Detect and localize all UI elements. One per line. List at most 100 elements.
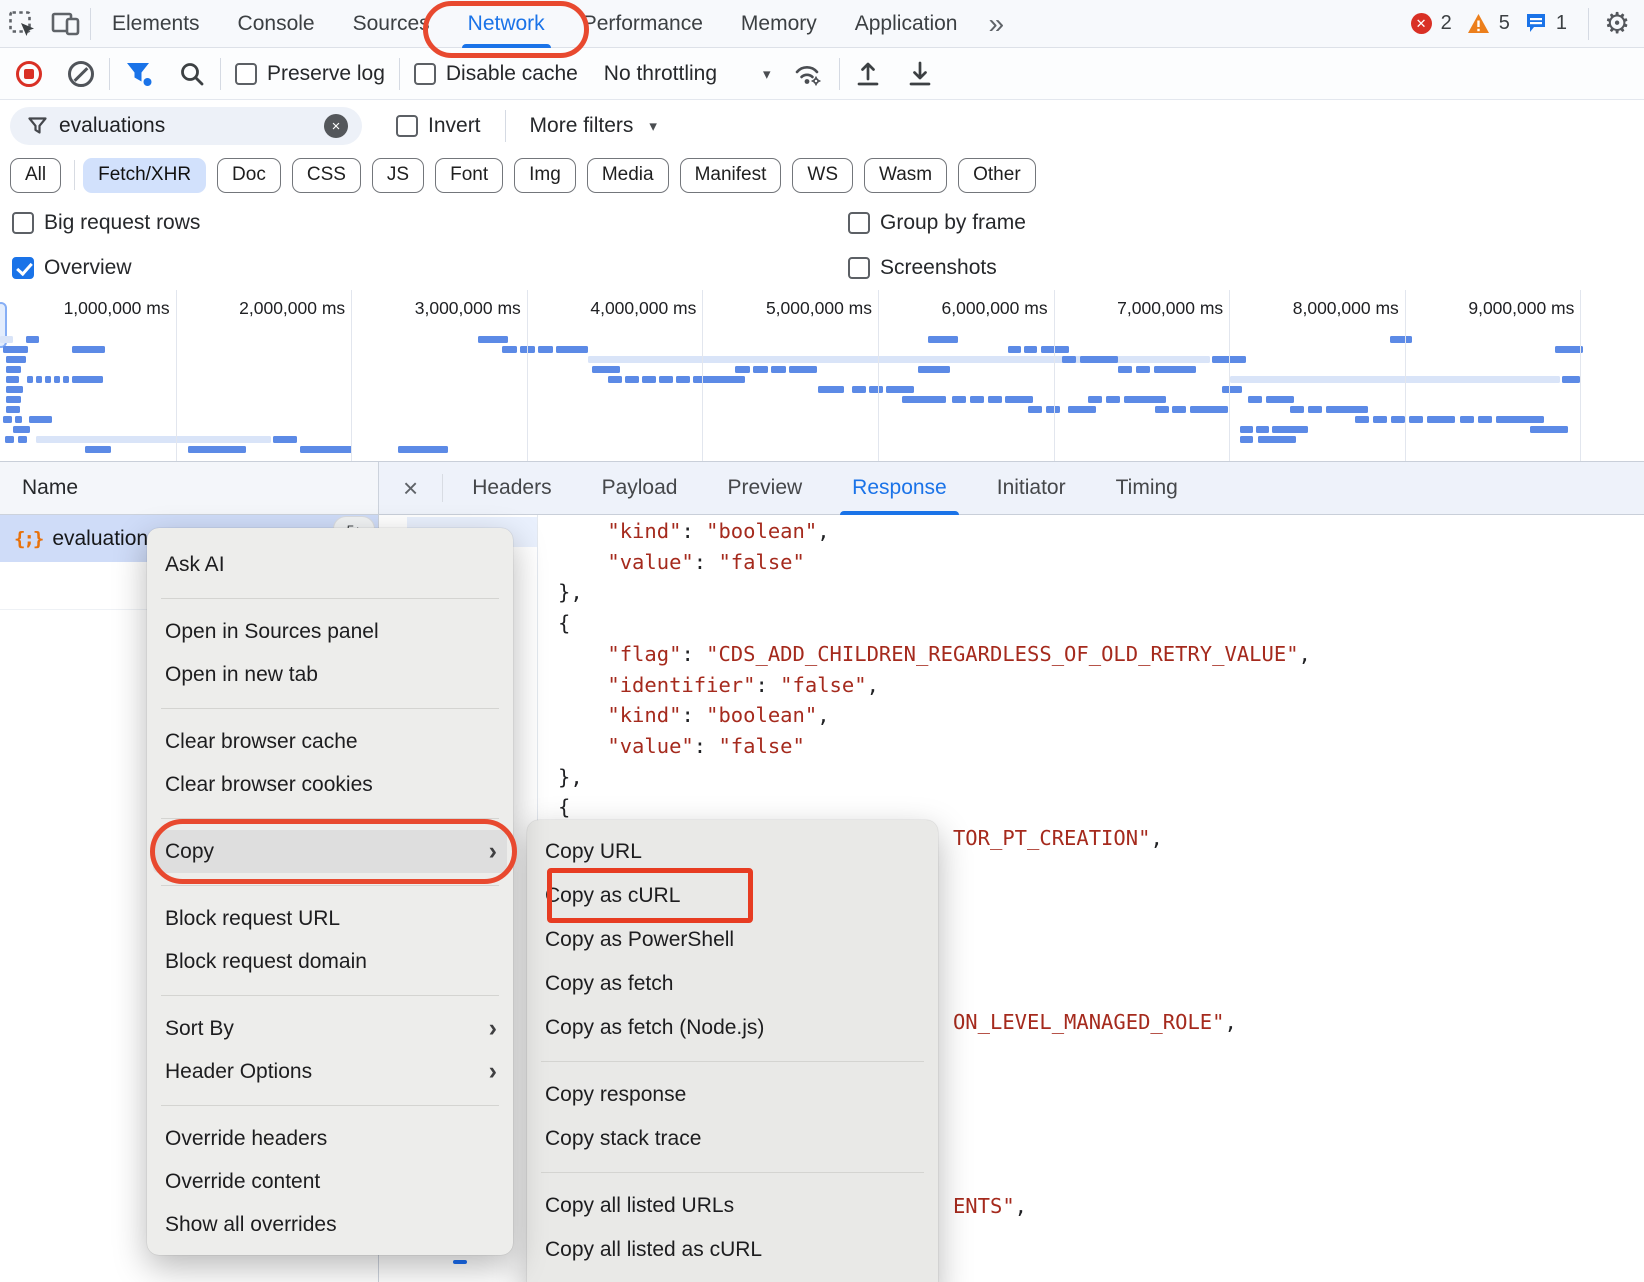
chip-media[interactable]: Media — [587, 158, 669, 193]
clear-filter-icon[interactable]: × — [324, 114, 348, 138]
status-badges: ✕ 2 5 1 ⚙ — [1411, 8, 1644, 40]
code-line: "kind": "boolean", — [558, 700, 1644, 731]
group-by-frame-toggle[interactable]: Group by frame — [848, 211, 1026, 235]
tab-console[interactable]: Console — [219, 0, 334, 48]
chip-css[interactable]: CSS — [292, 158, 361, 193]
menu-item-copy-all-listed-as-powershell[interactable]: Copy all listed as PowerShell — [527, 1272, 938, 1282]
chip-ws[interactable]: WS — [792, 158, 853, 193]
menu-item-override-headers[interactable]: Override headers — [147, 1117, 513, 1160]
waterfall-bar — [1124, 396, 1166, 403]
menu-item-copy-as-curl[interactable]: Copy as cURL — [527, 874, 938, 918]
network-conditions-button[interactable] — [779, 48, 837, 100]
chip-js[interactable]: JS — [372, 158, 424, 193]
waterfall-bar — [5, 436, 14, 443]
detail-tab-headers[interactable]: Headers — [447, 462, 576, 515]
filter-input[interactable] — [59, 114, 289, 138]
chip-all[interactable]: All — [10, 158, 61, 193]
menu-item-open-in-new-tab[interactable]: Open in new tab — [147, 653, 513, 696]
clear-network-log-button[interactable] — [55, 48, 107, 100]
tab-performance[interactable]: Performance — [564, 0, 722, 48]
close-detail-icon[interactable]: × — [379, 475, 442, 501]
chip-fetch-xhr[interactable]: Fetch/XHR — [83, 158, 206, 193]
settings-gear-icon[interactable]: ⚙ — [1604, 9, 1630, 38]
filter-row: × Invert More filters ▾ — [0, 100, 1644, 152]
throttling-select[interactable]: No throttling ▾ — [590, 62, 779, 86]
chip-manifest[interactable]: Manifest — [680, 158, 782, 193]
search-button[interactable] — [166, 48, 218, 100]
menu-item-copy-all-listed-as-curl[interactable]: Copy all listed as cURL — [527, 1228, 938, 1272]
tab-elements[interactable]: Elements — [93, 0, 219, 48]
menu-item-copy-as-fetch[interactable]: Copy as fetch — [527, 962, 938, 1006]
menu-item-copy-as-powershell[interactable]: Copy as PowerShell — [527, 918, 938, 962]
disable-cache-checkbox[interactable] — [414, 63, 436, 85]
filter-input-pill[interactable]: × — [10, 107, 362, 145]
error-badge-icon[interactable]: ✕ — [1411, 13, 1432, 34]
menu-item-clear-browser-cookies[interactable]: Clear browser cookies — [147, 763, 513, 806]
menu-item-block-request-domain[interactable]: Block request domain — [147, 940, 513, 983]
invert-filter-toggle[interactable]: Invert — [396, 114, 481, 138]
waterfall-bar — [1106, 396, 1120, 403]
detail-tab-preview[interactable]: Preview — [702, 462, 827, 515]
message-badge-icon[interactable] — [1525, 13, 1547, 34]
warning-badge-icon[interactable] — [1467, 13, 1490, 34]
waterfall-bar — [1478, 416, 1492, 423]
toolbar-divider — [220, 58, 221, 90]
menu-item-open-in-sources-panel[interactable]: Open in Sources panel — [147, 610, 513, 653]
record-network-log-button[interactable] — [0, 48, 55, 100]
tab-memory[interactable]: Memory — [722, 0, 836, 48]
group-by-frame-checkbox[interactable] — [848, 212, 870, 234]
menu-item-copy-as-fetch-node-js[interactable]: Copy as fetch (Node.js) — [527, 1006, 938, 1050]
chip-font[interactable]: Font — [435, 158, 503, 193]
chip-wasm[interactable]: Wasm — [864, 158, 947, 193]
detail-tab-initiator[interactable]: Initiator — [972, 462, 1091, 515]
overview-toggle[interactable]: Overview — [12, 256, 132, 280]
more-filters-button[interactable]: More filters ▾ — [530, 114, 657, 138]
waterfall-bar — [1222, 386, 1242, 393]
overview-checkbox[interactable] — [12, 257, 34, 279]
chip-img[interactable]: Img — [514, 158, 576, 193]
import-har-button[interactable] — [842, 48, 894, 100]
detail-tab-response[interactable]: Response — [827, 462, 972, 515]
inspect-element-icon[interactable] — [0, 0, 44, 48]
code-fold-marker[interactable] — [453, 1260, 467, 1264]
big-request-rows-toggle[interactable]: Big request rows — [12, 211, 200, 235]
menu-item-block-request-url[interactable]: Block request URL — [147, 897, 513, 940]
menu-item-show-all-overrides[interactable]: Show all overrides — [147, 1203, 513, 1246]
filter-toggle-button[interactable] — [112, 48, 166, 100]
disable-cache-toggle[interactable]: Disable cache — [402, 62, 590, 86]
menu-item-ask-ai[interactable]: Ask AI — [147, 543, 513, 586]
tab-application[interactable]: Application — [836, 0, 977, 48]
waterfall-bar — [970, 396, 984, 403]
big-request-rows-checkbox[interactable] — [12, 212, 34, 234]
name-column-header[interactable]: Name — [0, 462, 378, 515]
tab-sources[interactable]: Sources — [334, 0, 449, 48]
export-har-button[interactable] — [894, 48, 946, 100]
menu-item-copy-url[interactable]: Copy URL — [527, 830, 938, 874]
menu-item-copy-response[interactable]: Copy response — [527, 1073, 938, 1117]
menu-item-sort-by[interactable]: Sort By› — [147, 1007, 513, 1050]
menu-item-override-content[interactable]: Override content — [147, 1160, 513, 1203]
menu-item-label: Show all overrides — [165, 1213, 337, 1237]
menu-item-copy-stack-trace[interactable]: Copy stack trace — [527, 1117, 938, 1161]
preserve-log-toggle[interactable]: Preserve log — [223, 62, 397, 86]
timeline-gridline — [1580, 290, 1581, 461]
preserve-log-checkbox[interactable] — [235, 63, 257, 85]
chip-other[interactable]: Other — [958, 158, 1036, 193]
screenshots-checkbox[interactable] — [848, 257, 870, 279]
waterfall-bar — [72, 346, 105, 353]
network-overview-timeline[interactable]: 1,000,000 ms2,000,000 ms3,000,000 ms4,00… — [0, 290, 1644, 462]
chip-doc[interactable]: Doc — [217, 158, 281, 193]
more-tabs-icon[interactable]: » — [976, 8, 1016, 40]
waterfall-bar — [1028, 406, 1042, 413]
menu-item-clear-browser-cache[interactable]: Clear browser cache — [147, 720, 513, 763]
detail-tab-payload[interactable]: Payload — [577, 462, 703, 515]
menu-item-header-options[interactable]: Header Options› — [147, 1050, 513, 1093]
waterfall-bar — [502, 346, 517, 353]
menu-item-copy[interactable]: Copy› — [153, 830, 507, 873]
screenshots-toggle[interactable]: Screenshots — [848, 256, 997, 280]
invert-checkbox[interactable] — [396, 115, 418, 137]
menu-item-copy-all-listed-urls[interactable]: Copy all listed URLs — [527, 1184, 938, 1228]
detail-tab-timing[interactable]: Timing — [1091, 462, 1203, 515]
device-toolbar-icon[interactable] — [44, 0, 88, 48]
tab-network[interactable]: Network — [449, 0, 564, 48]
